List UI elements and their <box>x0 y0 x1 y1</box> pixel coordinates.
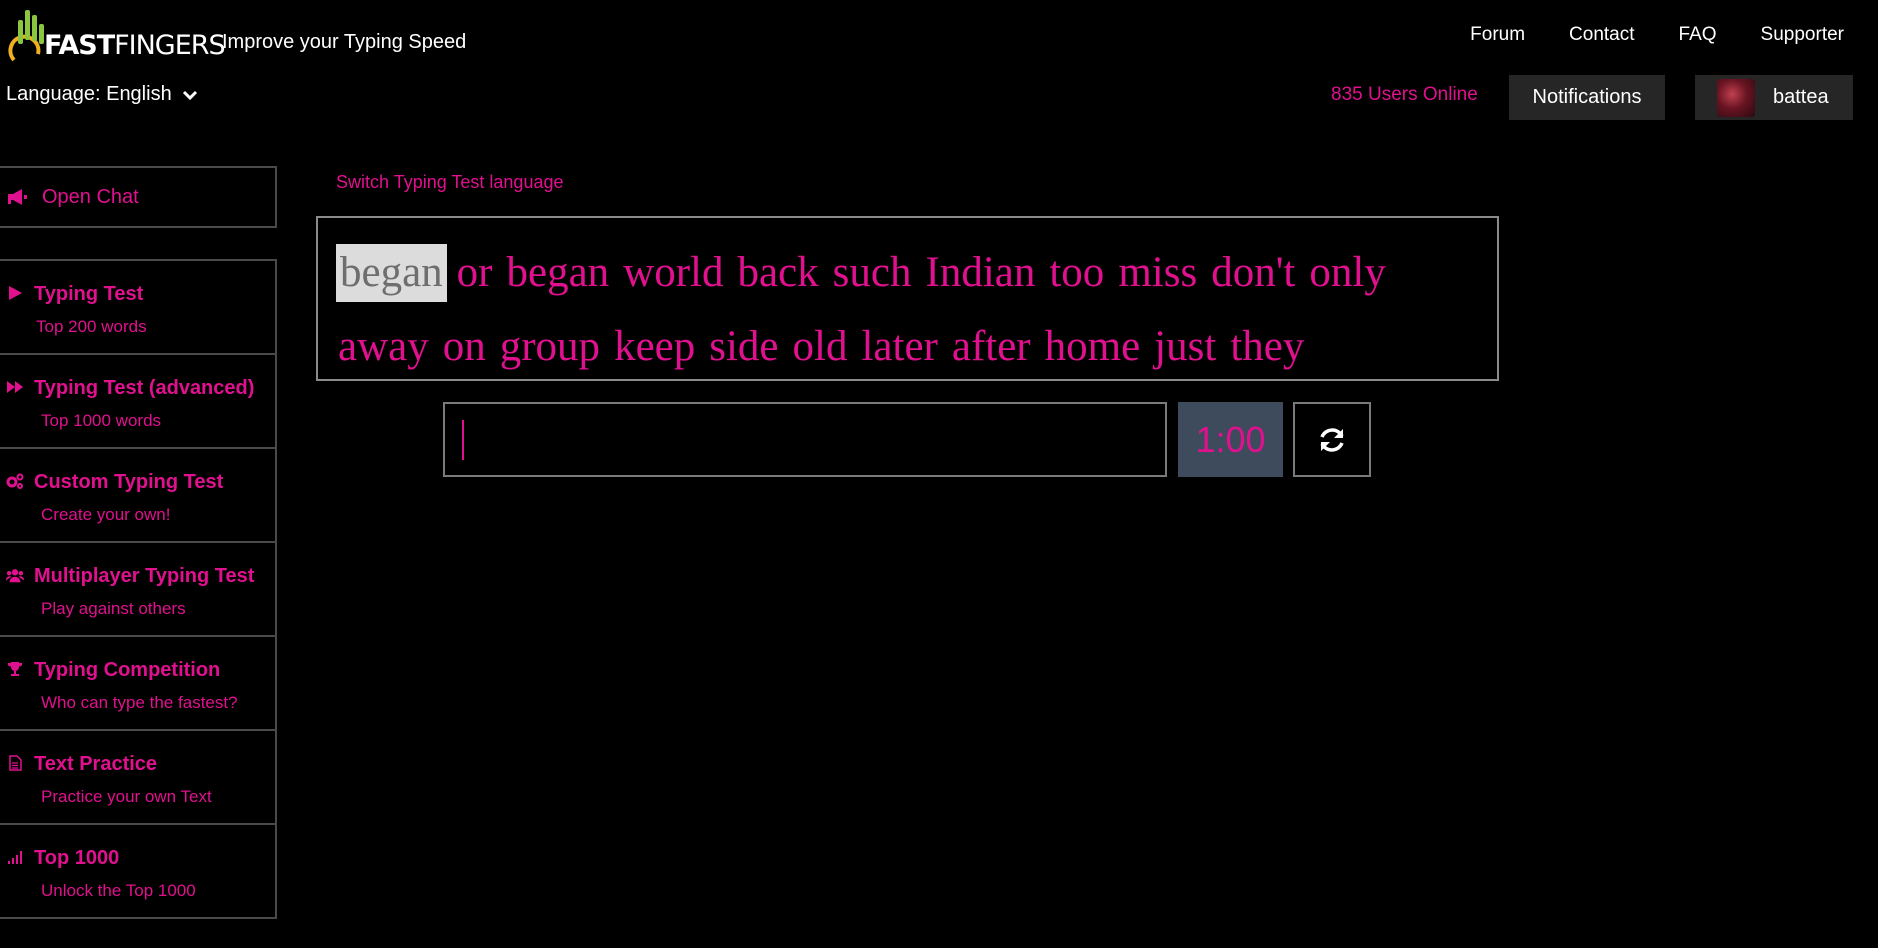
current-word: began <box>336 244 447 302</box>
word: Indian <box>925 249 1036 296</box>
word: after <box>951 323 1031 370</box>
logo-text: FASTFINGERS <box>44 30 226 61</box>
sidebar-item-title: Top 1000 <box>34 847 120 869</box>
word: group <box>499 323 601 370</box>
sidebar-item-subtitle: Who can type the fastest? <box>41 693 238 712</box>
hand-logo-icon <box>8 10 44 62</box>
typing-input[interactable] <box>443 402 1167 477</box>
countdown-timer: 1:00 <box>1178 402 1283 477</box>
sidebar-item-title-row: Typing Test (advanced) <box>6 373 267 403</box>
sidebar-item-subtitle: Top 1000 words <box>41 411 162 430</box>
sidebar-item-subtitle: Create your own! <box>41 505 171 524</box>
users-icon <box>5 569 25 583</box>
sidebar-item-title-row: Typing Test <box>6 279 267 309</box>
sidebar-item-title: Custom Typing Test <box>34 471 224 493</box>
sidebar-item-subtitle: Top 200 words <box>36 317 147 336</box>
word: just <box>1154 323 1217 370</box>
word: began <box>506 249 610 296</box>
top-nav: Forum Contact FAQ Supporter <box>1470 24 1844 46</box>
logo[interactable]: FASTFINGERS <box>8 4 226 64</box>
sidebar-item-text-practice[interactable]: Text Practice Practice your own Text <box>0 731 275 825</box>
sidebar-menu: Typing Test Top 200 words Typing Test (a… <box>0 259 277 919</box>
sidebar-item-title-row: Top 1000 <box>6 843 267 873</box>
sidebar-item-subtitle: Unlock the Top 1000 <box>41 881 196 900</box>
sidebar-item-title-row: Multiplayer Typing Test <box>5 561 267 591</box>
word: or <box>456 249 493 296</box>
signal-icon <box>8 851 22 864</box>
users-online-count[interactable]: 835 Users Online <box>1331 84 1478 106</box>
sidebar-item-title-row: Text Practice <box>6 749 267 779</box>
refresh-icon <box>1320 427 1344 452</box>
language-dropdown[interactable]: Language: English <box>6 83 198 106</box>
sidebar-item-title-row: Custom Typing Test <box>6 467 267 497</box>
sidebar-item-subtitle: Practice your own Text <box>41 787 212 806</box>
reload-button[interactable] <box>1293 402 1371 477</box>
sidebar-item-multiplayer[interactable]: Multiplayer Typing Test Play against oth… <box>0 543 275 637</box>
sidebar-item-typing-competition[interactable]: Typing Competition Who can type the fast… <box>0 637 275 731</box>
sidebar-item-title: Typing Competition <box>34 659 221 681</box>
fast-forward-icon <box>7 381 23 393</box>
nav-faq-link[interactable]: FAQ <box>1679 24 1717 46</box>
word: they <box>1230 323 1305 370</box>
word: back <box>737 249 819 296</box>
open-chat-button[interactable]: Open Chat <box>0 166 277 228</box>
word: home <box>1044 323 1141 370</box>
play-icon <box>9 286 22 300</box>
sidebar-item-title: Multiplayer Typing Test <box>34 565 255 587</box>
sidebar-item-top-1000[interactable]: Top 1000 Unlock the Top 1000 <box>0 825 275 917</box>
megaphone-icon <box>8 189 27 205</box>
nav-forum-link[interactable]: Forum <box>1470 24 1525 46</box>
chevron-down-icon <box>182 90 197 100</box>
nav-supporter-link[interactable]: Supporter <box>1761 24 1844 46</box>
sidebar-item-title: Typing Test (advanced) <box>34 377 255 399</box>
sidebar-item-subtitle: Play against others <box>41 599 186 618</box>
sidebar-item-title-row: Typing Competition <box>6 655 267 685</box>
switch-language-link[interactable]: Switch Typing Test language <box>336 172 564 193</box>
username: battea <box>1773 86 1829 108</box>
word: such <box>832 249 912 296</box>
text-caret <box>462 420 464 460</box>
word: side <box>709 323 779 370</box>
sidebar-item-title: Text Practice <box>34 753 158 775</box>
gears-icon <box>6 473 24 489</box>
sidebar-item-custom-typing-test[interactable]: Custom Typing Test Create your own! <box>0 449 275 543</box>
user-menu-button[interactable]: battea <box>1695 75 1853 120</box>
word: only <box>1309 249 1386 296</box>
sidebar-item-typing-test[interactable]: Typing Test Top 200 words <box>0 261 275 355</box>
language-label: Language: English <box>6 83 172 105</box>
notifications-button[interactable]: Notifications <box>1509 75 1665 120</box>
document-icon <box>9 755 22 771</box>
word: too <box>1049 249 1105 296</box>
word: later <box>861 323 938 370</box>
word: away <box>338 323 429 370</box>
word: keep <box>614 323 696 370</box>
word: old <box>792 323 848 370</box>
word: don't <box>1211 249 1296 296</box>
trophy-icon <box>8 662 22 676</box>
word: world <box>623 249 724 296</box>
sidebar-item-title: Typing Test <box>34 283 144 305</box>
tagline: Improve your Typing Speed <box>222 31 467 53</box>
open-chat-label: Open Chat <box>42 185 139 208</box>
word-display: began or began world back such Indian too miss do… <box>316 216 1499 381</box>
avatar <box>1717 78 1755 117</box>
word: miss <box>1118 249 1198 296</box>
word: on <box>442 323 486 370</box>
nav-contact-link[interactable]: Contact <box>1569 24 1634 46</box>
sidebar-item-typing-test-advanced[interactable]: Typing Test (advanced) Top 1000 words <box>0 355 275 449</box>
